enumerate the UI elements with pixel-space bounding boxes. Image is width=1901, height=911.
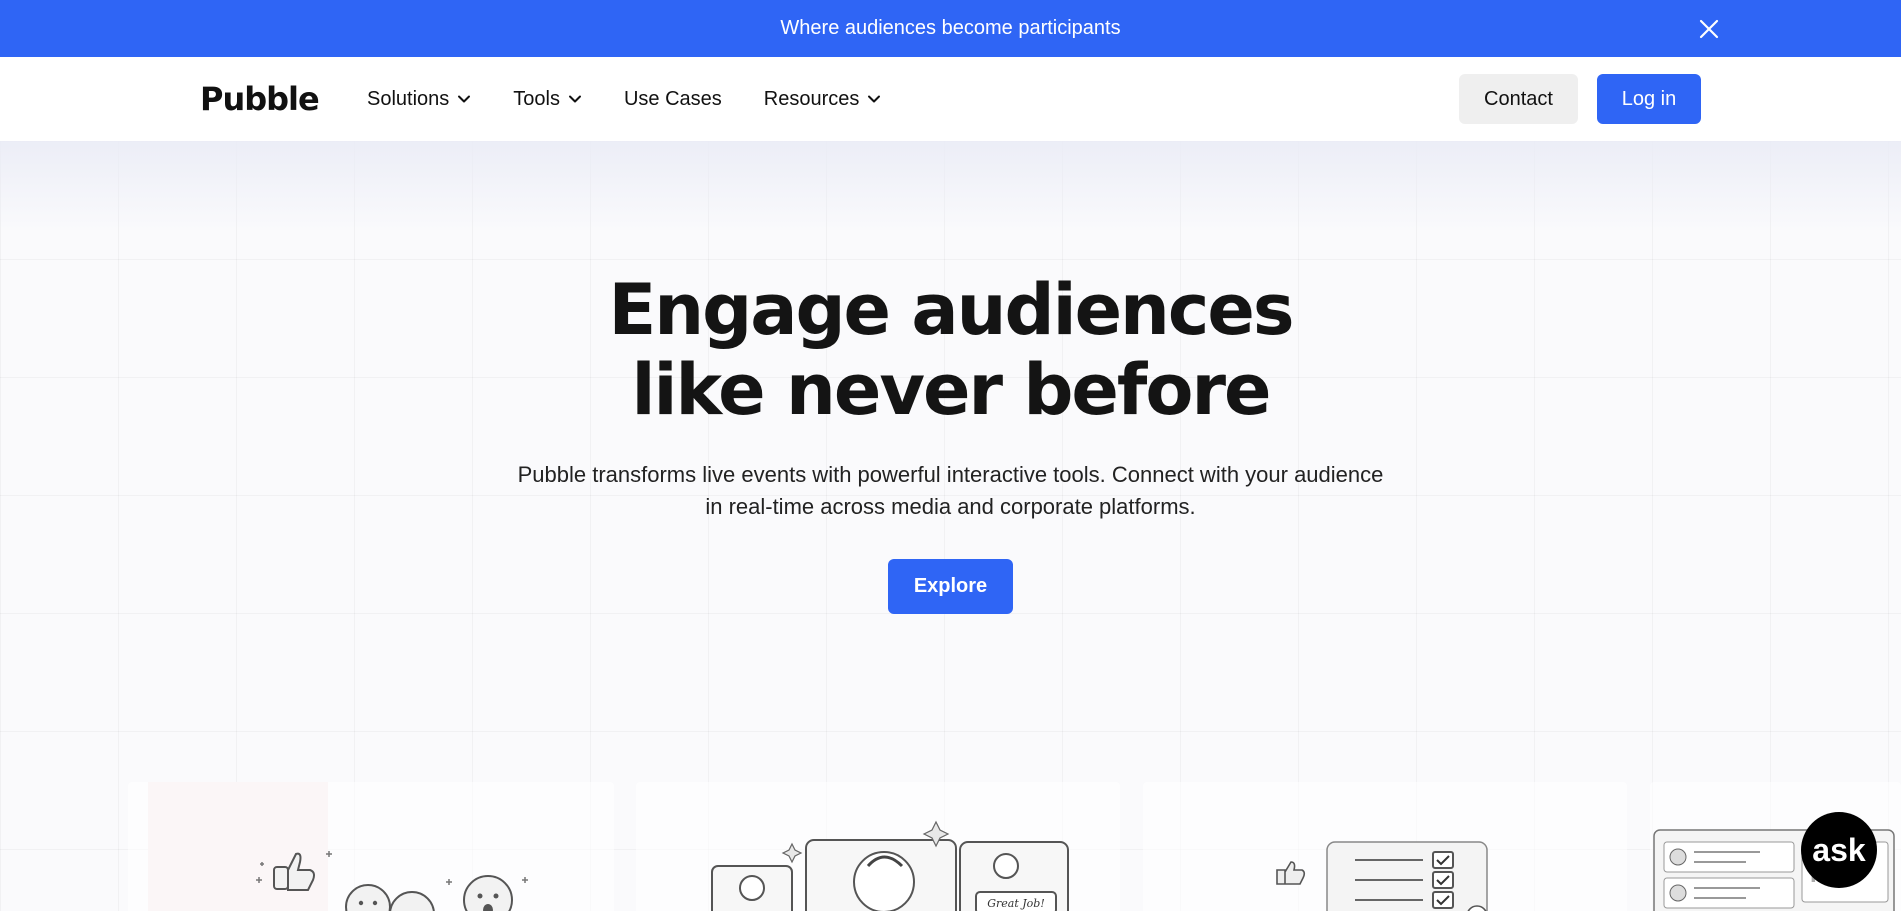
login-button[interactable]: Log in	[1597, 74, 1701, 124]
pubble-logo[interactable]: Pubble	[200, 79, 320, 119]
explore-button[interactable]: Explore	[888, 559, 1013, 614]
nav-item-label: Solutions	[367, 87, 450, 110]
subtext-line-2: in real-time across media and corporate …	[705, 494, 1196, 519]
hero-section: Engage audiences like never before Pubbl…	[0, 141, 1901, 911]
poll-art	[1276, 841, 1488, 911]
close-icon[interactable]	[1697, 17, 1721, 41]
chevron-down-icon	[868, 95, 881, 103]
nav-item-tools[interactable]: Tools	[513, 88, 582, 111]
headline-line-2: like never before	[631, 349, 1272, 431]
poll-illustration	[1143, 782, 1627, 911]
illustration-strip: Great Job!	[0, 758, 1901, 911]
chevron-down-icon	[458, 95, 471, 103]
main-nav: Pubble Solutions Tools Use Cases Resourc…	[0, 57, 1901, 141]
great-job-sign: Great Job!	[987, 897, 1045, 910]
reactions-illustration	[128, 782, 614, 911]
subtext-line-1: Pubble transforms live events with power…	[517, 462, 1384, 487]
nav-item-use-cases[interactable]: Use Cases	[624, 88, 722, 111]
headline-line-1: Engage audiences	[608, 269, 1294, 351]
reactions-art	[148, 782, 528, 911]
nav-item-label: Tools	[513, 87, 560, 110]
announcement-text: Where audiences become participants	[780, 17, 1121, 39]
ask-chat-button[interactable]: ask	[1801, 812, 1877, 888]
feedback-illustration: Great Job!	[636, 782, 1120, 911]
nav-item-label: Use Cases	[623, 87, 722, 110]
hero-subtext: Pubble transforms live events with power…	[490, 459, 1411, 523]
nav-item-label: Resources	[763, 87, 860, 110]
nav-menu: Solutions Tools Use Cases Resources	[367, 57, 923, 141]
contact-button[interactable]: Contact	[1459, 74, 1578, 124]
nav-item-resources[interactable]: Resources	[764, 88, 882, 111]
announcement-bar: Where audiences become participants	[0, 0, 1901, 57]
nav-item-solutions[interactable]: Solutions	[367, 88, 471, 111]
chevron-down-icon	[568, 95, 581, 103]
logo-text: Pubble	[200, 80, 320, 118]
hero-headline: Engage audiences like never before	[0, 270, 1901, 430]
feedback-art: Great Job!	[711, 820, 1069, 911]
